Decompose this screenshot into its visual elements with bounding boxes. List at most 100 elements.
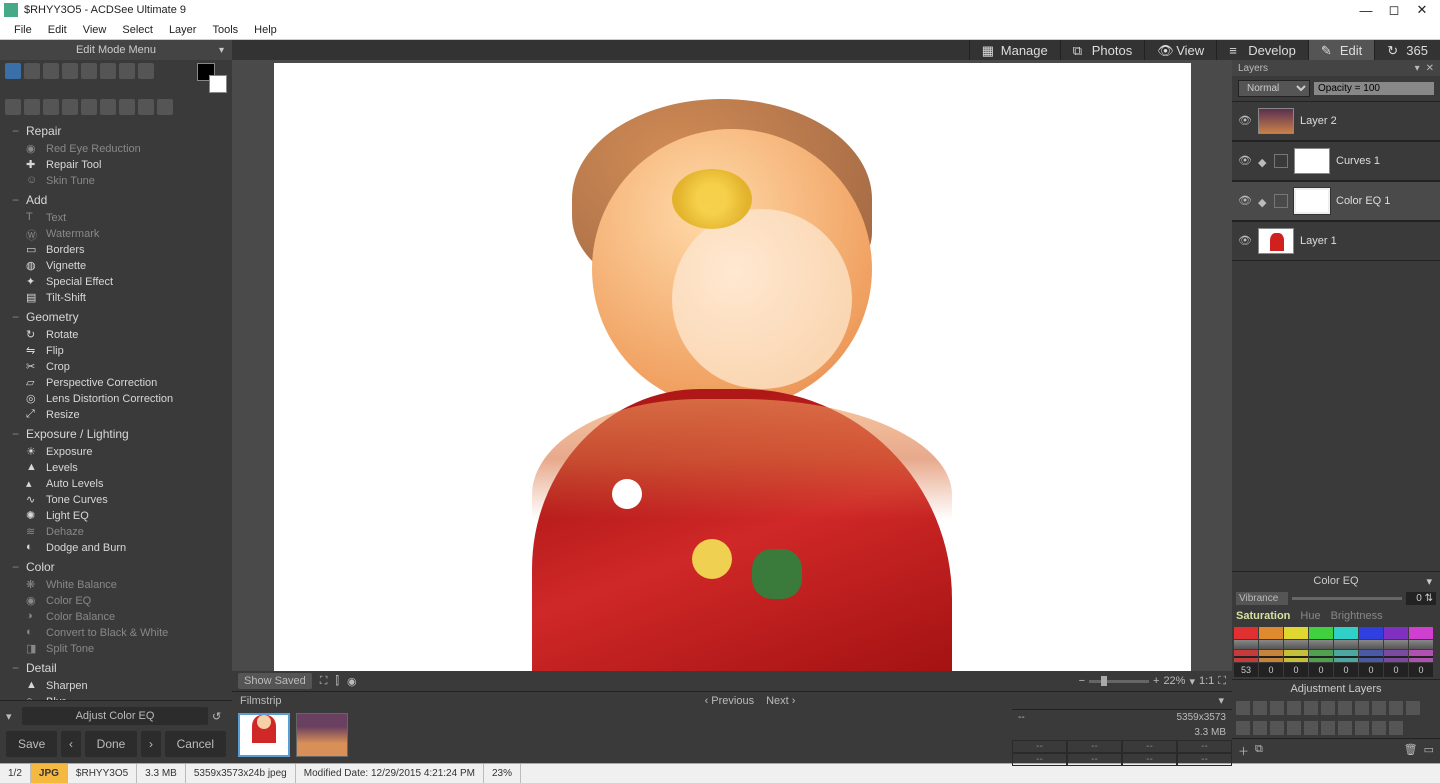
pointer-tool[interactable] xyxy=(119,63,135,79)
zoom-slider[interactable] xyxy=(1089,680,1149,683)
menu-layer[interactable]: Layer xyxy=(161,24,205,36)
color-swatch-2[interactable]: 0 xyxy=(1284,627,1308,677)
move-tool[interactable] xyxy=(24,63,40,79)
color-swatch-7[interactable]: 0 xyxy=(1409,627,1433,677)
layer-3[interactable]: 👁Layer 1 xyxy=(1232,221,1440,261)
color-swatch-0[interactable]: 53 xyxy=(1234,627,1258,677)
item-white-balance[interactable]: ❋White Balance xyxy=(26,577,220,593)
item-lens-distortion[interactable]: ◎Lens Distortion Correction xyxy=(26,391,220,407)
zoom-out-icon[interactable]: − xyxy=(1079,675,1085,687)
item-special-effect[interactable]: ✦Special Effect xyxy=(26,274,220,290)
filmstrip-thumb-2[interactable] xyxy=(296,713,348,757)
tab-saturation[interactable]: Saturation xyxy=(1236,610,1290,622)
shape-tool[interactable] xyxy=(138,99,154,115)
adj-i8-icon[interactable] xyxy=(1355,721,1369,735)
item-bw[interactable]: ◐Convert to Black & White xyxy=(26,625,220,641)
menu-tools[interactable]: Tools xyxy=(204,24,246,36)
item-watermark[interactable]: ⓌWatermark xyxy=(26,226,220,242)
menu-file[interactable]: File xyxy=(6,24,40,36)
maximize-button[interactable]: ◻ xyxy=(1380,1,1408,19)
gradient-tool[interactable] xyxy=(157,99,173,115)
menu-select[interactable]: Select xyxy=(114,24,161,36)
mask-icon[interactable]: ▭ xyxy=(1424,743,1434,759)
rect-tool[interactable] xyxy=(43,99,59,115)
adj-i2-icon[interactable] xyxy=(1253,721,1267,735)
mode-manage[interactable]: ▦Manage xyxy=(969,40,1060,60)
histogram-icon[interactable]: ⫿ xyxy=(335,675,339,688)
duplicate-layer-icon[interactable]: ⧉ xyxy=(1255,743,1263,759)
mode-develop[interactable]: ≡Develop xyxy=(1216,40,1308,60)
section-color[interactable]: Color xyxy=(26,556,220,577)
visibility-icon[interactable]: 👁 xyxy=(1238,154,1252,168)
blend-mode-select[interactable]: Normal xyxy=(1238,80,1310,97)
eraser-tool[interactable] xyxy=(100,63,116,79)
filmstrip-thumb-1[interactable] xyxy=(238,713,290,757)
reset-icon[interactable]: ↺ xyxy=(212,710,226,723)
select-tool[interactable] xyxy=(5,63,21,79)
item-resize[interactable]: ⤢Resize xyxy=(26,407,220,423)
adj-i4-icon[interactable] xyxy=(1287,721,1301,735)
item-dehaze[interactable]: ≋Dehaze xyxy=(26,524,220,540)
item-tilt-shift[interactable]: ▤Tilt-Shift xyxy=(26,290,220,306)
lasso-tool[interactable] xyxy=(43,63,59,79)
adj-i1-icon[interactable] xyxy=(1236,721,1250,735)
canvas[interactable] xyxy=(274,63,1191,671)
adj-exposure-icon[interactable] xyxy=(1236,701,1250,715)
adj-i9-icon[interactable] xyxy=(1372,721,1386,735)
next-button[interactable]: › xyxy=(141,731,160,757)
zoom-dropdown-icon[interactable]: ▾ xyxy=(1189,675,1195,688)
line-tool[interactable] xyxy=(62,99,78,115)
color-swatches[interactable] xyxy=(197,63,227,93)
item-rotate[interactable]: ↻Rotate xyxy=(26,327,220,343)
vibrance-slider[interactable] xyxy=(1292,597,1402,600)
polygon-tool[interactable] xyxy=(119,99,135,115)
filmstrip-prev[interactable]: ‹ Previous xyxy=(705,695,754,707)
add-layer-icon[interactable]: ＋ xyxy=(1238,743,1249,759)
adj-levels-icon[interactable] xyxy=(1253,701,1267,715)
arrow-tool[interactable] xyxy=(81,99,97,115)
adj-curves-icon[interactable] xyxy=(1270,701,1284,715)
color-swatch-6[interactable]: 0 xyxy=(1384,627,1408,677)
ellipse-tool[interactable] xyxy=(24,99,40,115)
link-icon[interactable] xyxy=(1274,194,1288,208)
item-crop[interactable]: ✂Crop xyxy=(26,359,220,375)
record-icon[interactable]: ◉ xyxy=(347,675,357,688)
visibility-icon[interactable]: 👁 xyxy=(1238,114,1252,128)
visibility-icon[interactable]: 👁 xyxy=(1238,194,1252,208)
layers-menu-icon[interactable]: ▾ xyxy=(1415,63,1420,74)
item-auto-levels[interactable]: ▴Auto Levels xyxy=(26,476,220,492)
fit-window-icon[interactable]: ⛶ xyxy=(1218,675,1226,688)
filmstrip-collapse-icon[interactable]: ▾ xyxy=(1218,694,1224,707)
section-detail[interactable]: Detail xyxy=(26,657,220,678)
delete-layer-icon[interactable]: 🗑 xyxy=(1404,743,1418,759)
prev-button[interactable]: ‹ xyxy=(61,731,80,757)
layer-1[interactable]: 👁◆Curves 1 xyxy=(1232,141,1440,181)
adj-coloreq-icon[interactable] xyxy=(1338,701,1352,715)
mode-photos[interactable]: ⧉Photos xyxy=(1060,40,1144,60)
section-geometry[interactable]: Geometry xyxy=(26,306,220,327)
section-repair[interactable]: Repair xyxy=(26,120,220,141)
item-repair-tool[interactable]: ✚Repair Tool xyxy=(26,157,220,173)
pen-tool[interactable] xyxy=(5,99,21,115)
item-red-eye[interactable]: ◉Red Eye Reduction xyxy=(26,141,220,157)
item-light-eq[interactable]: ✺Light EQ xyxy=(26,508,220,524)
layer-2[interactable]: 👁◆Color EQ 1 xyxy=(1232,181,1440,221)
color-swatch-1[interactable]: 0 xyxy=(1259,627,1283,677)
visibility-icon[interactable]: 👁 xyxy=(1238,234,1252,248)
adj-addnoise-icon[interactable] xyxy=(1406,701,1420,715)
link-icon[interactable] xyxy=(1274,154,1288,168)
tab-hue[interactable]: Hue xyxy=(1300,610,1320,622)
adj-i3-icon[interactable] xyxy=(1270,721,1284,735)
item-skin-tune[interactable]: ☺Skin Tune xyxy=(26,173,220,189)
fit-icon[interactable]: ⛶ xyxy=(320,675,328,688)
adj-wb-icon[interactable] xyxy=(1304,701,1318,715)
mode-view[interactable]: 👁View xyxy=(1144,40,1216,60)
section-add[interactable]: Add xyxy=(26,189,220,210)
color-swatch-5[interactable]: 0 xyxy=(1359,627,1383,677)
minimize-button[interactable]: — xyxy=(1352,1,1380,19)
vibrance-value[interactable]: 0 ⇅ xyxy=(1406,592,1436,605)
item-color-eq[interactable]: ◉Color EQ xyxy=(26,593,220,609)
mode-365[interactable]: ↻365 xyxy=(1374,40,1440,60)
item-exposure[interactable]: ☀Exposure xyxy=(26,444,220,460)
item-sharpen[interactable]: ▲Sharpen xyxy=(26,678,220,694)
